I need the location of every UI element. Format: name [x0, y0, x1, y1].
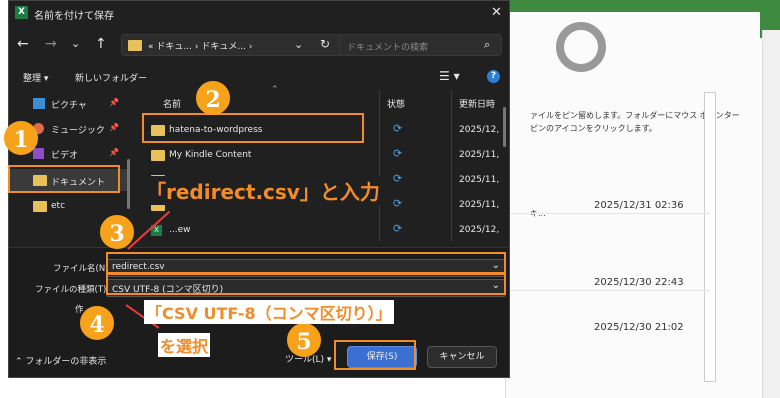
annotation-select: を選択 [158, 333, 211, 357]
organize-label: 整理 [23, 74, 42, 84]
sync-icon: ⟳ [393, 197, 403, 210]
sidebar-item-pictures[interactable]: ピクチャ 📌 [9, 92, 127, 114]
file-date: 2025/11, [459, 175, 500, 185]
annotation-redirect: 「redirect.csv」と入力 [146, 176, 380, 205]
breadcrumb-item[interactable]: ドキュメ... [201, 42, 246, 52]
sidebar-item-label: ピクチャ [51, 101, 87, 111]
file-date: 2025/11, [459, 200, 500, 210]
file-name: ...ew [169, 225, 191, 235]
step-2-badge: 2 [196, 81, 230, 115]
file-date: 2025/12, [459, 125, 500, 135]
breadcrumb-separator: › [248, 42, 253, 52]
breadcrumb: « ドキュ... › ドキュメ... › [148, 39, 252, 52]
window-scrollbar[interactable] [762, 30, 780, 398]
sort-indicator-icon: ⌃ [271, 85, 279, 95]
sidebar-item-label: etc [51, 201, 66, 211]
organize-button[interactable]: 整理 ▾ [23, 71, 48, 84]
pictures-icon [33, 98, 45, 109]
step-3-badge: 3 [100, 215, 134, 249]
annotation-csv: 「CSV UTF-8（コンマ区切り）」 [144, 300, 394, 324]
pin-icon[interactable]: 📌 [109, 98, 119, 107]
breadcrumb-separator: › [194, 42, 199, 52]
file-row[interactable]: X ...ew ⟳ 2025/12, [135, 219, 505, 243]
divider [510, 213, 710, 214]
new-folder-button[interactable]: 新しいフォルダー [75, 71, 147, 84]
view-options-icon[interactable]: ☰ ▾ [439, 69, 460, 83]
list-scrollbar[interactable] [503, 107, 506, 147]
breadcrumb-item[interactable]: ドキュ... [156, 42, 192, 52]
sidebar-item-label: ミュージック [51, 126, 105, 136]
pin-help-text-2: ピンのアイコンをクリックします。 [530, 124, 657, 133]
sync-icon: ⟳ [393, 222, 403, 235]
filetype-label: ファイルの種類(T): [35, 285, 110, 295]
sidebar-item-label: ビデオ [51, 151, 79, 161]
pin-icon[interactable]: 📌 [109, 123, 119, 132]
search-box[interactable]: ドキュメントの検索 ⌕ [339, 34, 502, 56]
recent-date-1: 2025/12/31 02:36 [594, 200, 684, 211]
logo-ring-icon [556, 22, 606, 72]
folder-icon [33, 201, 47, 212]
filename-label: ファイル名(N): [53, 264, 112, 274]
breadcrumb-overflow[interactable]: « [148, 42, 154, 52]
search-icon[interactable]: ⌕ [484, 38, 490, 52]
highlight-save [334, 340, 416, 370]
up-icon[interactable]: ↑ [95, 36, 107, 52]
command-bar: 整理 ▾ 新しいフォルダー ☰ ▾ ? [9, 65, 509, 89]
sync-icon: ⟳ [393, 122, 403, 135]
forward-icon[interactable]: → [45, 36, 57, 52]
highlight-filename [106, 252, 506, 274]
highlight-folder-row [142, 113, 364, 143]
file-name: My Kindle Content [169, 150, 252, 160]
back-icon[interactable]: ← [17, 36, 29, 52]
dialog-title: 名前を付けて保存 [34, 11, 114, 22]
hide-folders-label: フォルダーの非表示 [25, 357, 107, 367]
highlight-filetype [106, 273, 506, 295]
divider [510, 290, 710, 291]
file-date: 2025/11, [459, 150, 500, 160]
folder-icon [151, 150, 165, 161]
column-header-date[interactable]: 更新日時 [459, 97, 495, 110]
file-row[interactable]: My Kindle Content ⟳ 2025/11, [135, 144, 505, 168]
sync-icon: ⟳ [393, 147, 403, 160]
highlight-documents [8, 165, 120, 193]
sidebar-scrollbar[interactable] [127, 159, 130, 209]
navigation-bar: ← → ⌄ ↑ « ドキュ... › ドキュメ... › ⌄ ↻ ドキュメントの… [9, 29, 509, 61]
address-bar[interactable]: « ドキュ... › ドキュメ... › ⌄ ↻ [121, 34, 343, 56]
chevron-down-icon[interactable]: ⌄ [294, 38, 303, 51]
excel-icon: X [15, 6, 28, 19]
step-1-badge: 1 [4, 121, 38, 155]
help-icon[interactable]: ? [487, 70, 500, 83]
recent-files-panel: ァイルをピン留めします。フォルダーにマウス ポインター ピンのアイコンをクリック… [505, 12, 760, 398]
column-header-status[interactable]: 状態 [387, 97, 405, 110]
recent-date-3: 2025/12/30 21:02 [594, 322, 684, 333]
sidebar-item-etc[interactable]: etc [9, 195, 127, 217]
step-5-badge: 5 [287, 323, 321, 357]
refresh-icon[interactable]: ↻ [320, 37, 330, 51]
cancel-button[interactable]: キャンセル [427, 346, 497, 368]
recent-date-2: 2025/12/30 22:43 [594, 277, 684, 288]
sync-icon: ⟳ [393, 172, 403, 185]
chevron-down-icon[interactable]: ⌄ [71, 37, 80, 50]
column-header-name[interactable]: 名前 [163, 97, 181, 110]
close-icon[interactable]: ✕ [491, 5, 502, 20]
chevron-up-icon: ⌃ [15, 357, 23, 367]
file-date: 2025/12, [459, 225, 500, 235]
scrollbar[interactable] [704, 92, 716, 382]
folder-icon [128, 40, 142, 51]
title-bar: X 名前を付けて保存 ✕ [9, 1, 509, 25]
hide-folders-button[interactable]: ⌃ フォルダーの非表示 [15, 354, 106, 367]
pin-icon[interactable]: 📌 [109, 148, 119, 157]
step-4-badge: 4 [80, 306, 114, 340]
search-input[interactable]: ドキュメントの検索 [347, 40, 428, 53]
video-icon [33, 148, 44, 159]
